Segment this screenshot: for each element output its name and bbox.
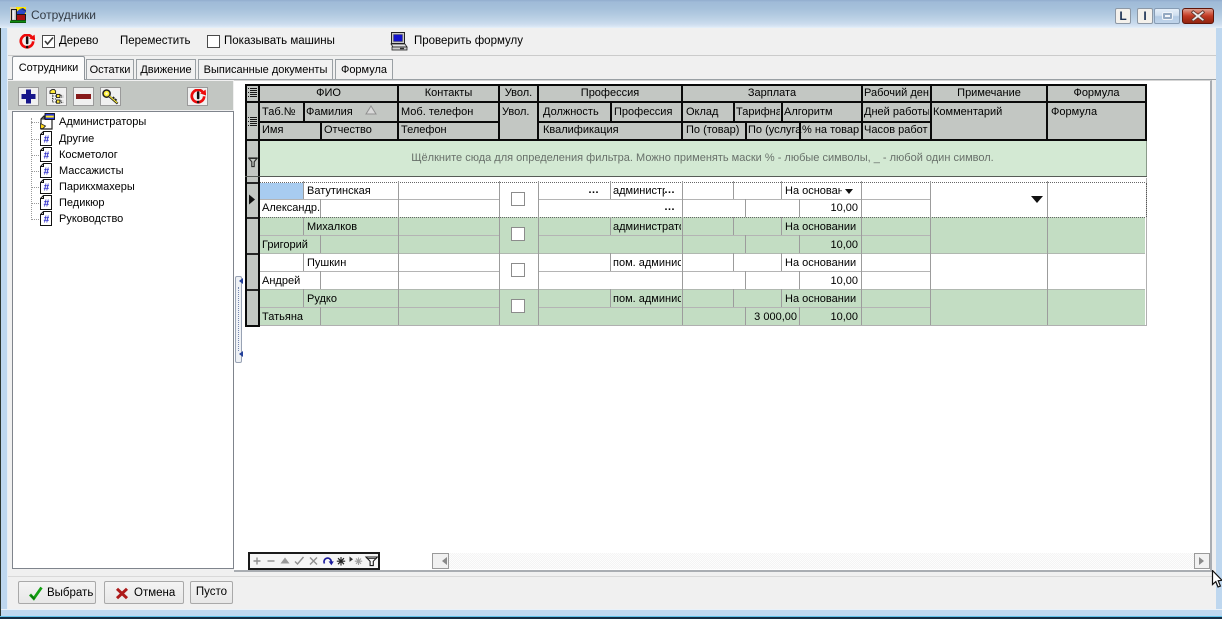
svg-text:#: # (44, 167, 50, 178)
svg-text:#: # (44, 215, 50, 226)
svg-text:#: # (44, 151, 50, 162)
svg-text:#: # (44, 135, 50, 146)
svg-text:#: # (44, 183, 50, 194)
svg-text:#: # (44, 199, 50, 210)
